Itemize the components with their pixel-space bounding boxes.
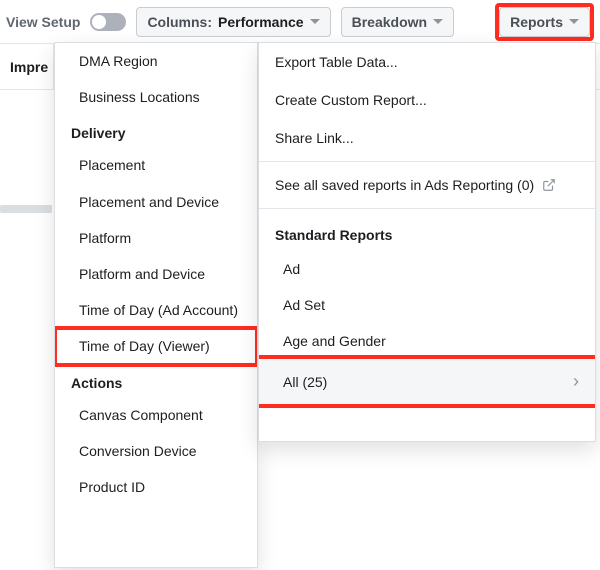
breakdown-item-placement[interactable]: Placement bbox=[55, 147, 257, 183]
columns-prefix: Columns: bbox=[147, 14, 212, 30]
menu-divider bbox=[259, 161, 595, 162]
standard-report-ad[interactable]: Ad bbox=[259, 251, 595, 287]
view-setup-toggle[interactable] bbox=[90, 13, 126, 31]
chevron-right-icon: › bbox=[573, 371, 579, 392]
standard-reports-header: Standard Reports bbox=[259, 213, 595, 251]
breakdown-group-delivery: Delivery bbox=[55, 115, 257, 147]
breakdown-item-time-of-day-ad-account[interactable]: Time of Day (Ad Account) bbox=[55, 292, 257, 328]
reports-highlight: Reports bbox=[495, 3, 594, 41]
breakdown-item-product-id[interactable]: Product ID bbox=[55, 469, 257, 505]
breakdown-label: Breakdown bbox=[352, 14, 427, 30]
chevron-down-icon bbox=[569, 19, 579, 24]
see-all-saved-label: See all saved reports in Ads Reporting (… bbox=[275, 177, 534, 193]
reports-item-see-all-saved[interactable]: See all saved reports in Ads Reporting (… bbox=[259, 166, 595, 204]
breakdown-dropdown-button[interactable]: Breakdown bbox=[341, 7, 454, 37]
breakdown-menu: DMA Region Business Locations Delivery P… bbox=[54, 42, 258, 568]
standard-report-ad-set[interactable]: Ad Set bbox=[259, 287, 595, 323]
columns-value: Performance bbox=[218, 14, 304, 30]
reports-item-share-link[interactable]: Share Link... bbox=[259, 119, 595, 157]
chevron-down-icon bbox=[310, 19, 320, 24]
breakdown-group-actions: Actions bbox=[55, 365, 257, 397]
reports-item-export-table-data[interactable]: Export Table Data... bbox=[259, 43, 595, 81]
columns-dropdown-button[interactable]: Columns: Performance bbox=[136, 7, 330, 37]
breakdown-item-canvas-component[interactable]: Canvas Component bbox=[55, 397, 257, 433]
table-stub-row bbox=[0, 205, 52, 213]
standard-report-age-and-gender[interactable]: Age and Gender bbox=[259, 323, 595, 359]
standard-report-all-label: All (25) bbox=[283, 374, 327, 390]
standard-report-all[interactable]: All (25) › bbox=[259, 359, 595, 404]
breakdown-item-platform[interactable]: Platform bbox=[55, 220, 257, 256]
breakdown-item-placement-and-device[interactable]: Placement and Device bbox=[55, 184, 257, 220]
breakdown-item-dma-region[interactable]: DMA Region bbox=[55, 43, 257, 79]
reports-item-create-custom-report[interactable]: Create Custom Report... bbox=[259, 81, 595, 119]
breakdown-item-conversion-device[interactable]: Conversion Device bbox=[55, 433, 257, 469]
reports-label: Reports bbox=[510, 14, 563, 30]
breakdown-item-platform-and-device[interactable]: Platform and Device bbox=[55, 256, 257, 292]
breakdown-item-time-of-day-viewer[interactable]: Time of Day (Viewer) bbox=[55, 328, 257, 364]
chevron-down-icon bbox=[433, 19, 443, 24]
external-link-icon bbox=[542, 178, 556, 192]
table-header-impressions: Impre bbox=[0, 44, 54, 89]
reports-menu: Export Table Data... Create Custom Repor… bbox=[258, 42, 596, 442]
reports-dropdown-button[interactable]: Reports bbox=[499, 7, 590, 37]
view-setup-label: View Setup bbox=[6, 14, 80, 30]
menu-divider bbox=[259, 208, 595, 209]
toolbar: View Setup Columns: Performance Breakdow… bbox=[0, 0, 600, 44]
breakdown-item-business-locations[interactable]: Business Locations bbox=[55, 79, 257, 115]
